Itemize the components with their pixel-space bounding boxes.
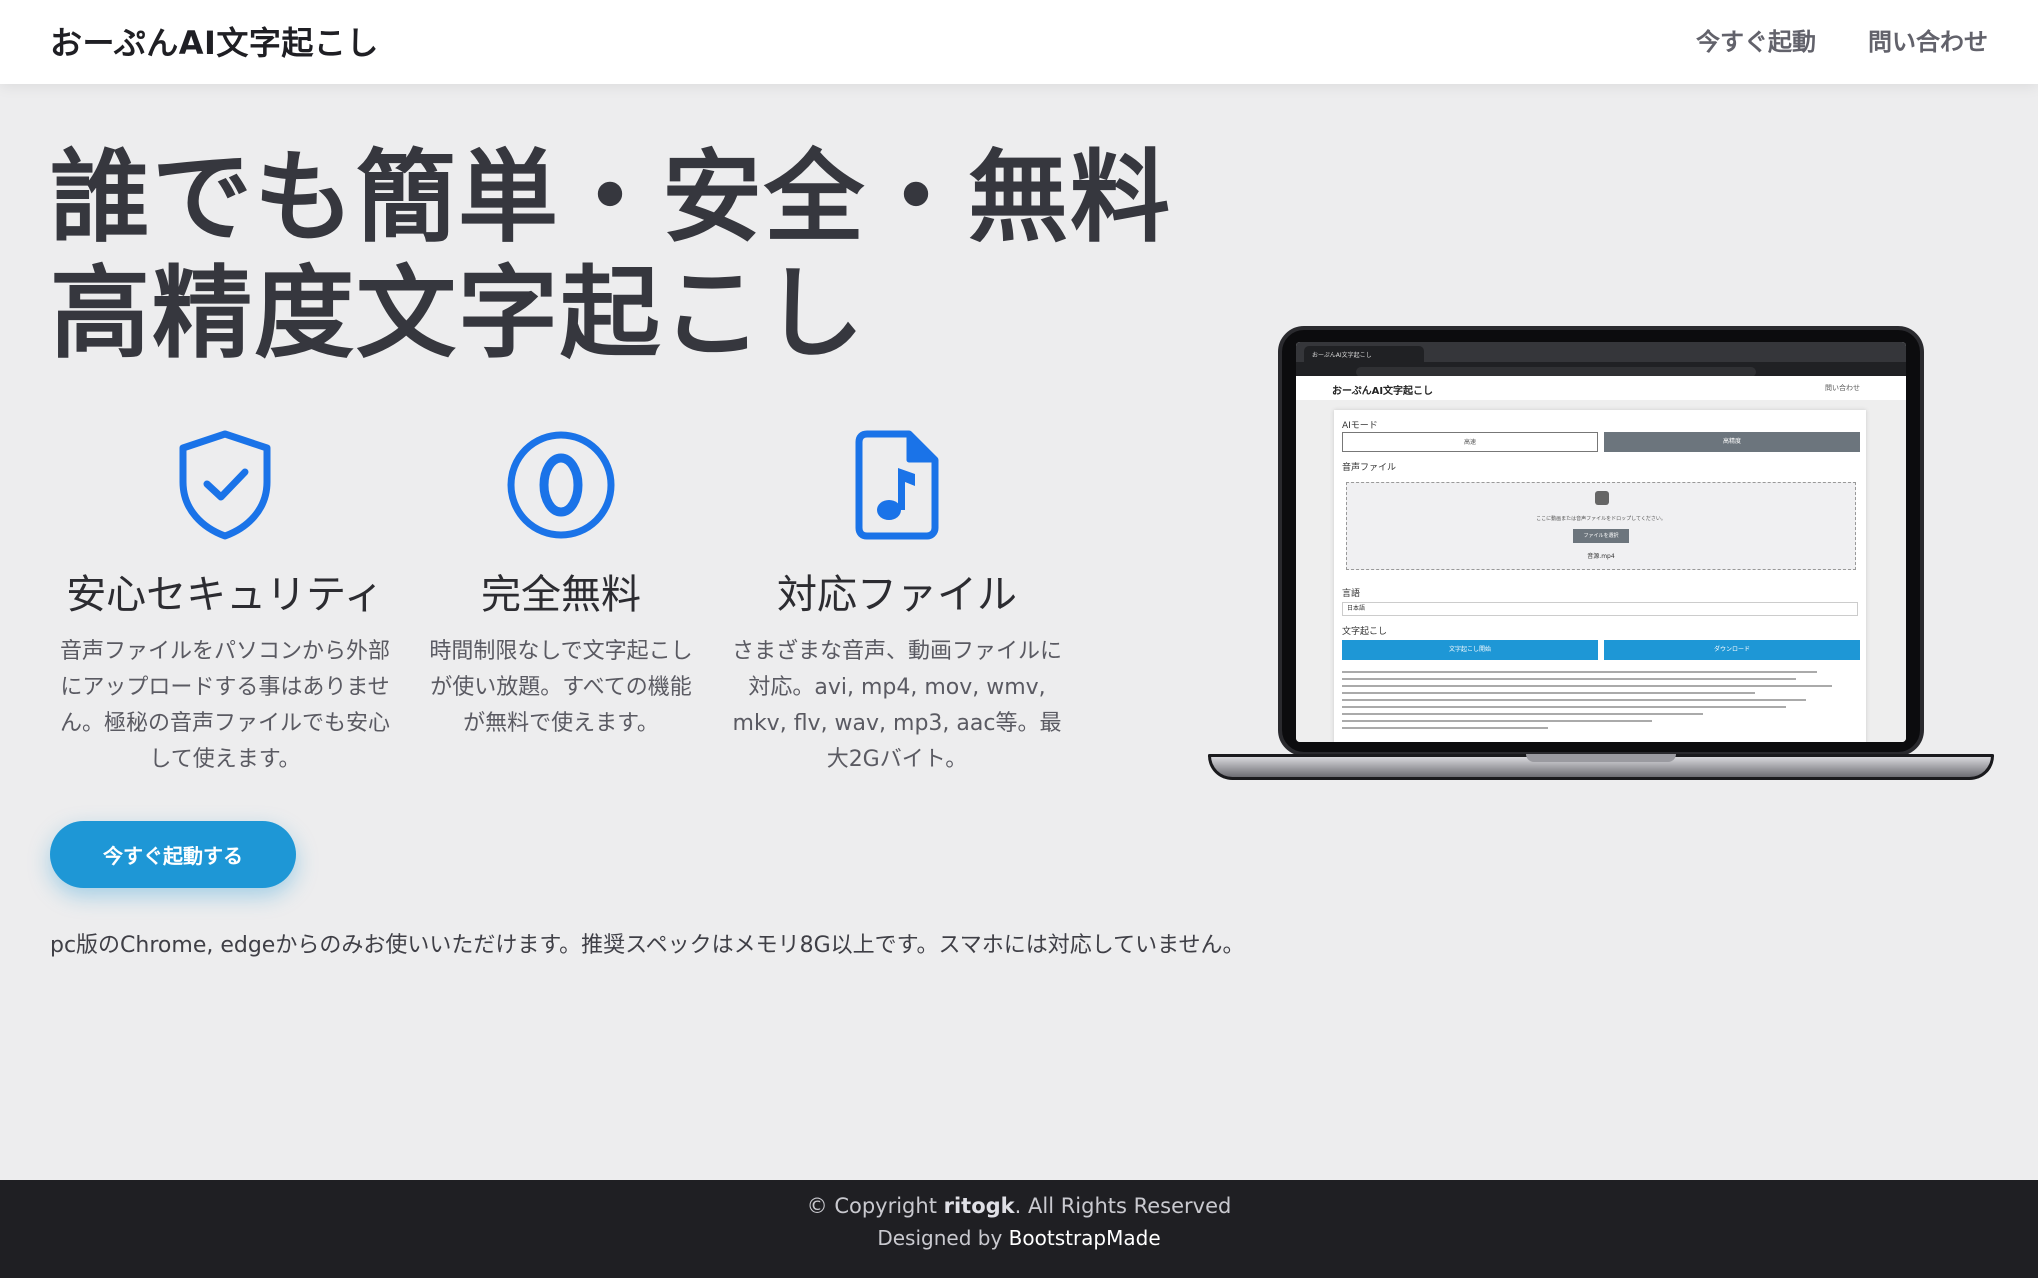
- screenshot-fast-button: 高速: [1342, 432, 1598, 452]
- upload-icon: [1595, 491, 1609, 505]
- feature-free-title: 完全無料: [481, 572, 641, 618]
- music-file-icon: [722, 428, 1072, 540]
- feature-free: 完全無料 時間制限なしで文字起こしが使い放題。すべての機能が無料で使えます。: [386, 428, 736, 742]
- screenshot-drop-text: ここに動画または音声ファイルをドロップしてください。: [1536, 516, 1666, 522]
- screenshot-dropzone: ここに動画または音声ファイルをドロップしてください。 ファイルを選択 音源.mp…: [1346, 482, 1856, 570]
- screenshot-audio-label: 音声ファイル: [1342, 463, 1397, 473]
- hero-title: 誰でも簡単・安全・無料 高精度文字起こし: [50, 140, 1200, 372]
- feature-free-text: 時間制限なしで文字起こしが使い放題。すべての機能が無料で使えます。: [429, 639, 693, 736]
- feature-security: 安心セキュリティ 音声ファイルをパソコンから外部にアップロードする事はありません…: [50, 428, 400, 778]
- zero-circle-icon: [386, 428, 736, 540]
- screenshot-accurate-button: 高精度: [1604, 432, 1860, 452]
- copyright-prefix: © Copyright: [806, 1194, 944, 1218]
- bootstrapmade-link[interactable]: BootstrapMade: [1009, 1226, 1161, 1250]
- main-nav: 今すぐ起動 問い合わせ: [1696, 22, 1988, 57]
- screenshot-start-button: 文字起こし開始: [1342, 640, 1598, 660]
- feature-files-text: さまざまな音声、動画ファイルに対応。avi, mp4, mov, wmv, mk…: [731, 639, 1062, 772]
- screenshot-select-file-button: ファイルを選択: [1573, 529, 1629, 543]
- credits-prefix: Designed by: [877, 1226, 1009, 1250]
- screenshot-transcript-log: [1342, 666, 1858, 742]
- laptop-lid: おーぷんAI文字起こし おーぷんAI文字起こし 問い合わせ AIモード 高速 高…: [1278, 326, 1924, 756]
- screenshot-card: AIモード 高速 高精度 音声ファイル ここに動画または音声ファイルをドロップし…: [1334, 410, 1866, 742]
- hero-title-line2: 高精度文字起こし: [50, 255, 866, 372]
- feature-security-text: 音声ファイルをパソコンから外部にアップロードする事はありません。極秘の音声ファイ…: [59, 639, 390, 772]
- screenshot-download-button: ダウンロード: [1604, 640, 1860, 660]
- screenshot-transcribe-label: 文字起こし: [1342, 627, 1388, 637]
- feature-files: 対応ファイル さまざまな音声、動画ファイルに対応。avi, mp4, mov, …: [722, 428, 1072, 778]
- site-footer: © Copyright ritogk. All Rights Reserved …: [0, 1180, 2038, 1278]
- screenshot-file-name: 音源.mp4: [1587, 553, 1615, 560]
- screenshot-navbar: おーぷんAI文字起こし 問い合わせ: [1296, 376, 1906, 400]
- browser-address-bar: [1296, 362, 1906, 377]
- screenshot-ai-mode-label: AIモード: [1342, 421, 1378, 431]
- screenshot-body: AIモード 高速 高精度 音声ファイル ここに動画または音声ファイルをドロップし…: [1296, 400, 1906, 742]
- brand-logo[interactable]: おーぷんAI文字起こし: [50, 18, 379, 64]
- copyright-owner: ritogk: [943, 1194, 1015, 1218]
- nav-launch-link[interactable]: 今すぐ起動: [1696, 22, 1816, 57]
- shield-check-icon: [50, 428, 400, 540]
- copyright-suffix: . All Rights Reserved: [1014, 1194, 1232, 1218]
- app-screenshot: おーぷんAI文字起こし おーぷんAI文字起こし 問い合わせ AIモード 高速 高…: [1296, 342, 1906, 742]
- feature-files-title: 対応ファイル: [777, 572, 1017, 618]
- compatibility-note: pc版のChrome, edgeからのみお使いいただけます。推奨スペックはメモリ…: [50, 933, 1245, 958]
- site-header: おーぷんAI文字起こし 今すぐ起動 問い合わせ: [0, 0, 2038, 84]
- screenshot-language-label: 言語: [1342, 589, 1361, 599]
- nav-contact-link[interactable]: 問い合わせ: [1868, 22, 1988, 57]
- browser-tab: おーぷんAI文字起こし: [1304, 346, 1424, 362]
- credits: Designed by BootstrapMade: [0, 1226, 2038, 1250]
- feature-security-title: 安心セキュリティ: [66, 572, 384, 618]
- laptop-notch: [1526, 754, 1676, 762]
- screenshot-brand: おーぷんAI文字起こし: [1332, 386, 1434, 397]
- browser-tabbar: おーぷんAI文字起こし: [1296, 342, 1906, 362]
- screenshot-contact: 問い合わせ: [1825, 384, 1860, 392]
- hero-title-line1: 誰でも簡単・安全・無料: [50, 139, 1172, 256]
- launch-button[interactable]: 今すぐ起動する: [50, 821, 296, 888]
- screenshot-language-select: 日本語: [1342, 602, 1858, 616]
- copyright: © Copyright ritogk. All Rights Reserved: [0, 1180, 2038, 1218]
- laptop-mockup: おーぷんAI文字起こし おーぷんAI文字起こし 問い合わせ AIモード 高速 高…: [1206, 322, 1996, 784]
